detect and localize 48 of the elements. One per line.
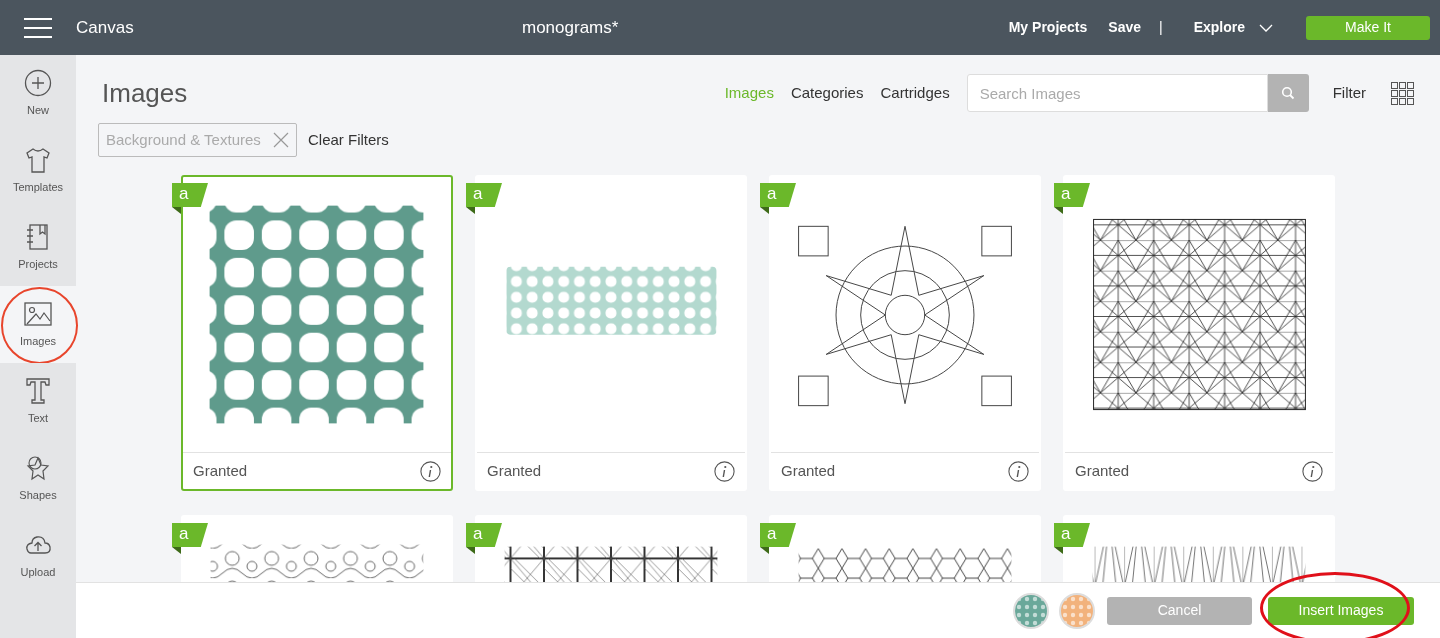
access-badge: a: [1054, 183, 1090, 207]
info-icon[interactable]: [1008, 460, 1029, 482]
status-label: Granted: [193, 460, 248, 481]
app-title: Canvas: [76, 16, 134, 39]
nav-link[interactable]: My Projects: [1008, 17, 1088, 38]
info-icon[interactable]: [714, 460, 735, 482]
explore-menu[interactable]: Explore: [1193, 17, 1273, 38]
image-icon: [24, 299, 52, 328]
access-badge: a: [172, 523, 208, 547]
badge-fold-icon: [1054, 547, 1063, 554]
badge-fold-icon: [760, 207, 769, 214]
clear-filters-link[interactable]: Clear Filters: [308, 128, 389, 152]
badge-fold-icon: [172, 207, 181, 214]
nav-link[interactable]: Save: [1108, 17, 1141, 38]
badge-fold-icon: [760, 547, 769, 554]
badge-fold-icon: [466, 207, 475, 214]
separator: |: [1159, 18, 1163, 37]
access-badge: a: [466, 183, 502, 207]
chevron-down-icon: [1259, 23, 1273, 32]
text-icon: [24, 376, 52, 405]
search-field[interactable]: Search Images: [966, 74, 1268, 112]
access-badge: a: [466, 523, 502, 547]
filter-link[interactable]: Filter: [1332, 81, 1366, 105]
close-icon[interactable]: [273, 132, 289, 148]
status-label: Granted: [487, 460, 542, 481]
plus-circle-icon: [24, 68, 52, 97]
category-tab[interactable]: Cartridges: [880, 81, 950, 105]
status-label: Granted: [781, 460, 836, 481]
menu-icon[interactable]: [24, 17, 52, 38]
access-badge: a: [1054, 523, 1090, 547]
info-icon[interactable]: [420, 460, 441, 482]
access-badge: a: [760, 523, 796, 547]
project-title: monograms*: [522, 16, 619, 39]
access-badge: a: [760, 183, 796, 207]
badge-fold-icon: [466, 547, 475, 554]
search-icon: [1281, 86, 1296, 100]
category-tab[interactable]: Categories: [790, 81, 864, 105]
selected-image-thumbnail[interactable]: [1013, 592, 1049, 629]
badge-fold-icon: [172, 547, 181, 554]
shapes-icon: [24, 453, 52, 482]
selected-image-thumbnail[interactable]: [1059, 592, 1095, 629]
grid-view-icon[interactable]: [1391, 81, 1414, 105]
status-label: Granted: [1075, 460, 1130, 481]
info-icon[interactable]: [1302, 460, 1323, 482]
access-badge: a: [172, 183, 208, 207]
sidebar-item[interactable]: Images: [0, 286, 76, 363]
badge-fold-icon: [1054, 207, 1063, 214]
page-title: Images: [102, 76, 188, 110]
